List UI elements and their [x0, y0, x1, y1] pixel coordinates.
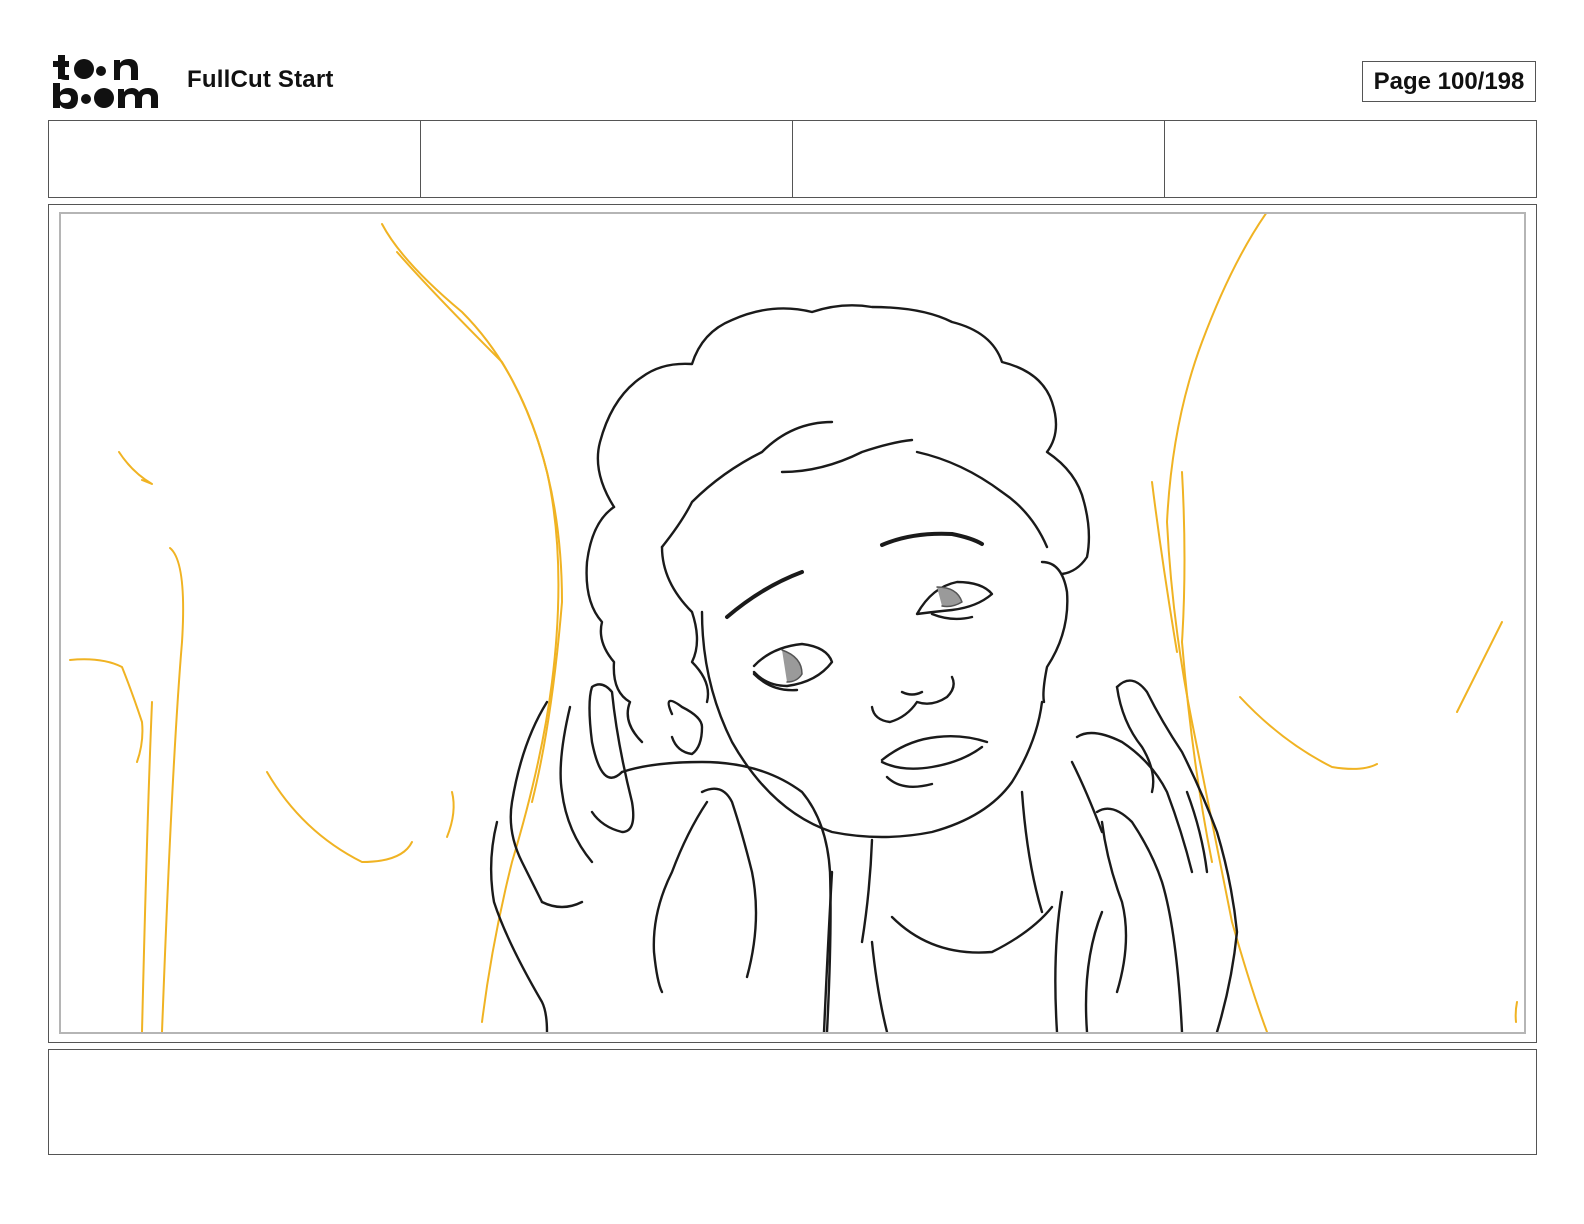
storyboard-panel — [59, 212, 1526, 1034]
info-cell-3 — [793, 121, 1165, 197]
panel-info-row — [48, 120, 1537, 198]
info-cell-4 — [1165, 121, 1536, 197]
toonboom-logo — [52, 52, 164, 112]
rough-lines — [69, 214, 1518, 1032]
storyboard-sketch — [69, 214, 1518, 1032]
info-cell-1 — [49, 121, 421, 197]
project-title: FullCut Start — [187, 66, 334, 93]
panel-notes-box — [48, 1049, 1537, 1155]
page-number-label: Page 100/198 — [1373, 67, 1525, 95]
info-cell-2 — [421, 121, 793, 197]
toonboom-logo-mark — [53, 55, 158, 109]
page-number: Page 100/198 — [1362, 61, 1536, 102]
character-lines — [489, 304, 1239, 1032]
